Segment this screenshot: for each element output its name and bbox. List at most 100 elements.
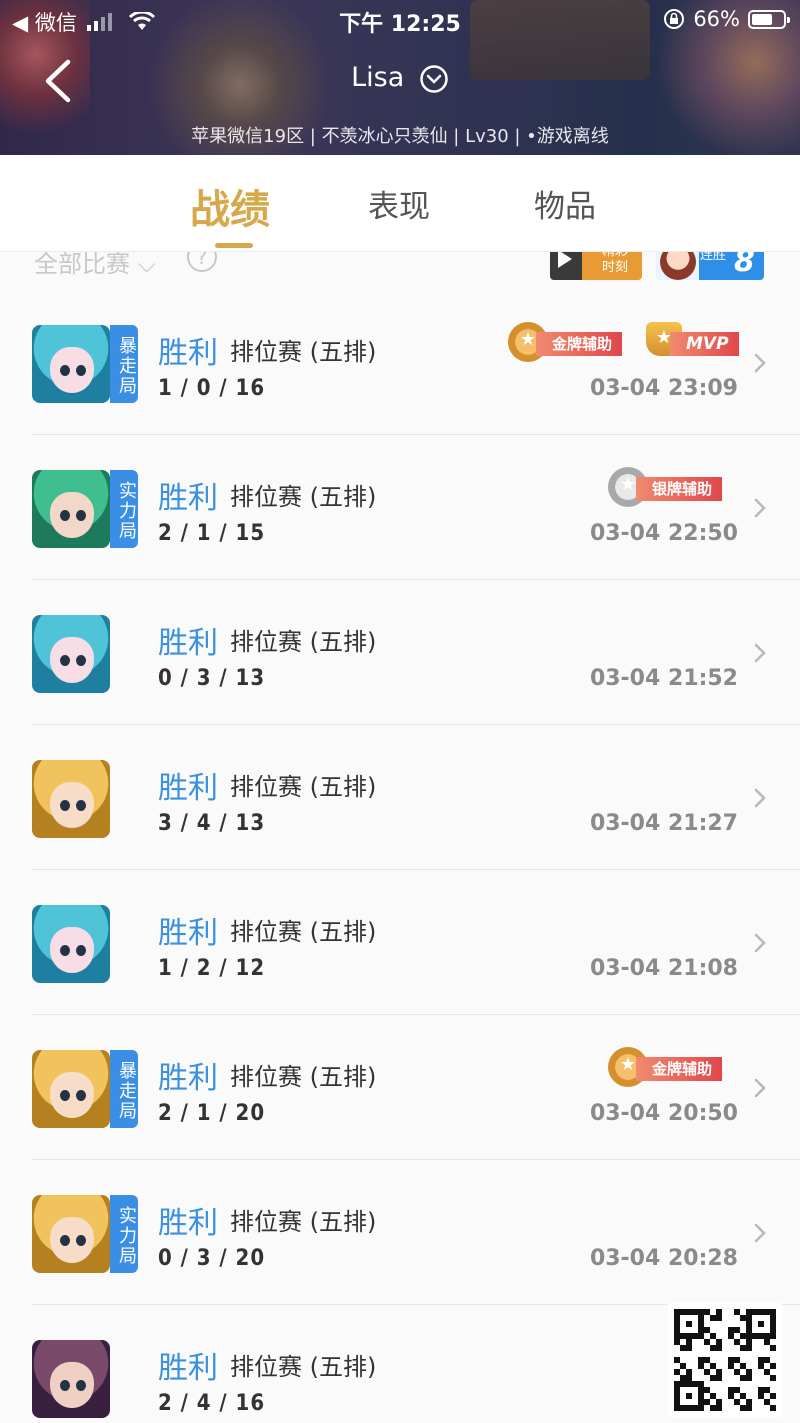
match-kda: 2 / 1 / 20	[158, 1101, 266, 1126]
hero-face	[50, 637, 94, 683]
hero-eye	[76, 945, 86, 956]
hero-face	[50, 927, 94, 973]
mvp-badge: MVP	[646, 322, 739, 362]
hero-eye	[76, 800, 86, 811]
match-tag: 暴走局	[110, 325, 138, 403]
chevron-down-icon: ⌵	[137, 252, 156, 278]
match-tag: 实力局	[110, 470, 138, 548]
hero-eye	[60, 1090, 70, 1101]
streak-count: 8	[734, 252, 755, 279]
hero-portrait	[660, 252, 696, 280]
hero-eye	[76, 365, 86, 376]
match-time: 03-04 23:09	[589, 376, 738, 401]
chevron-right-icon	[754, 1078, 766, 1098]
chevron-right-icon	[754, 788, 766, 808]
hero-eye	[76, 655, 86, 666]
hero-face	[50, 347, 94, 393]
match-time: 03-04 20:28	[589, 1246, 738, 1271]
page-title[interactable]: Lisa	[0, 62, 800, 94]
chevron-right-icon	[754, 1223, 766, 1243]
hero-avatar	[32, 905, 110, 983]
match-tag: 实力局	[110, 1195, 138, 1273]
match-mode: 排位赛 (五排)	[230, 773, 377, 801]
match-time: 03-04 22:50	[589, 521, 738, 546]
hero-eye	[60, 945, 70, 956]
rotation-lock-icon	[664, 9, 685, 29]
match-kda: 1 / 0 / 16	[158, 376, 266, 401]
player-name: Lisa	[351, 62, 405, 93]
match-list: 暴走局胜利排位赛 (五排)1 / 0 / 1603-04 23:09 金牌辅助 …	[0, 290, 800, 1423]
match-time: 03-04 21:27	[589, 811, 738, 836]
hero-face	[50, 1362, 94, 1408]
qr-code	[668, 1303, 782, 1417]
hero-avatar	[32, 1050, 110, 1128]
tab-record[interactable]: 战绩	[190, 177, 270, 235]
chevron-down-icon[interactable]	[419, 64, 449, 94]
match-result: 胜利	[158, 771, 218, 806]
match-filter-dropdown[interactable]: 全部比赛 ⌵	[34, 252, 156, 279]
badge-label: MVP	[670, 332, 739, 356]
match-time: 03-04 20:50	[589, 1101, 738, 1126]
hero-eye	[60, 510, 70, 521]
match-row[interactable]: 胜利 排位赛 (五排) 3 / 4 / 13 03-04 21:27	[0, 725, 800, 870]
chevron-right-icon	[754, 353, 766, 373]
highlight-label: 精彩 时刻	[601, 252, 628, 275]
match-kda: 2 / 1 / 15	[158, 521, 266, 546]
hero-eye	[76, 1090, 86, 1101]
hero-avatar	[32, 760, 110, 838]
hero-eye	[60, 1235, 70, 1246]
badge-label: 金牌辅助	[636, 1057, 723, 1081]
filter-strip: 全部比赛 ⌵ ? 精彩 时刻 连胜 8	[0, 252, 800, 282]
hero-eye	[76, 1235, 86, 1246]
match-mode: 排位赛 (五排)	[230, 918, 377, 946]
hero-eye	[60, 655, 70, 666]
status-bar: ◀ 微信 下午 12:25 66%	[0, 0, 800, 40]
tab-performance[interactable]: 表现	[368, 181, 430, 226]
match-mode: 排位赛 (五排)	[230, 1063, 377, 1091]
hero-eye	[60, 365, 70, 376]
match-kda: 0 / 3 / 13	[158, 666, 266, 691]
match-row[interactable]: 实力局 胜利 排位赛 (五排) 0 / 3 / 20 03-04 20:28	[0, 1160, 800, 1305]
hero-face	[50, 1217, 94, 1263]
play-icon	[558, 252, 572, 268]
highlight-moments-button[interactable]: 精彩 时刻	[550, 252, 642, 280]
hero-eye	[76, 1380, 86, 1391]
tab-items[interactable]: 物品	[534, 181, 596, 226]
match-kda: 1 / 2 / 12	[158, 956, 266, 981]
hero-eye	[60, 1380, 70, 1391]
hero-avatar	[32, 470, 110, 548]
match-mode: 排位赛 (五排)	[230, 483, 377, 511]
help-icon[interactable]: ?	[187, 252, 217, 272]
chevron-right-icon	[754, 933, 766, 953]
battery-percent: 66%	[693, 7, 740, 31]
match-time: 03-04 21:52	[589, 666, 738, 691]
streak-label: 连胜	[700, 252, 727, 263]
hero-eye	[60, 800, 70, 811]
chevron-right-icon	[754, 498, 766, 518]
active-tab-indicator	[215, 243, 253, 248]
match-mode: 排位赛 (五排)	[230, 628, 377, 656]
hero-face	[50, 782, 94, 828]
tab-bar: 战绩 表现 物品	[0, 155, 800, 252]
chevron-right-icon	[754, 643, 766, 663]
match-kda: 3 / 4 / 13	[158, 811, 266, 836]
hero-face	[50, 492, 94, 538]
hero-avatar	[32, 325, 110, 403]
qr-module	[770, 1405, 776, 1411]
badge-label: 银牌辅助	[636, 477, 723, 501]
match-tag: 暴走局	[110, 1050, 138, 1128]
match-result: 胜利	[158, 336, 218, 371]
profile-header: ◀ 微信 下午 12:25 66% Lisa 苹果微信19区 | 不羡冰心只羡仙…	[0, 0, 800, 155]
hero-face	[50, 1072, 94, 1118]
match-row[interactable]: 胜利 排位赛 (五排) 1 / 2 / 12 03-04 21:08	[0, 870, 800, 1015]
match-row[interactable]: 实力局胜利排位赛 (五排) 2 / 1 / 15 03-04 22:50 银牌辅助	[0, 435, 800, 580]
silver-badge: 银牌辅助	[608, 467, 738, 507]
win-streak-badge[interactable]: 连胜 8	[656, 252, 764, 280]
player-info: 苹果微信19区 | 不羡冰心只羡仙 | Lv30 | •游戏离线	[191, 126, 609, 147]
gold-badge: 金牌辅助	[508, 322, 638, 362]
match-row[interactable]: 胜利 排位赛 (五排) 0 / 3 / 13 03-04 21:52	[0, 580, 800, 725]
battery-icon	[748, 9, 790, 29]
match-row[interactable]: 暴走局胜利排位赛 (五排) 2 / 1 / 20 03-04 20:50 金牌辅助	[0, 1015, 800, 1160]
match-row[interactable]: 暴走局胜利排位赛 (五排)1 / 0 / 1603-04 23:09 金牌辅助 …	[0, 290, 800, 435]
match-result: 胜利	[158, 626, 218, 661]
